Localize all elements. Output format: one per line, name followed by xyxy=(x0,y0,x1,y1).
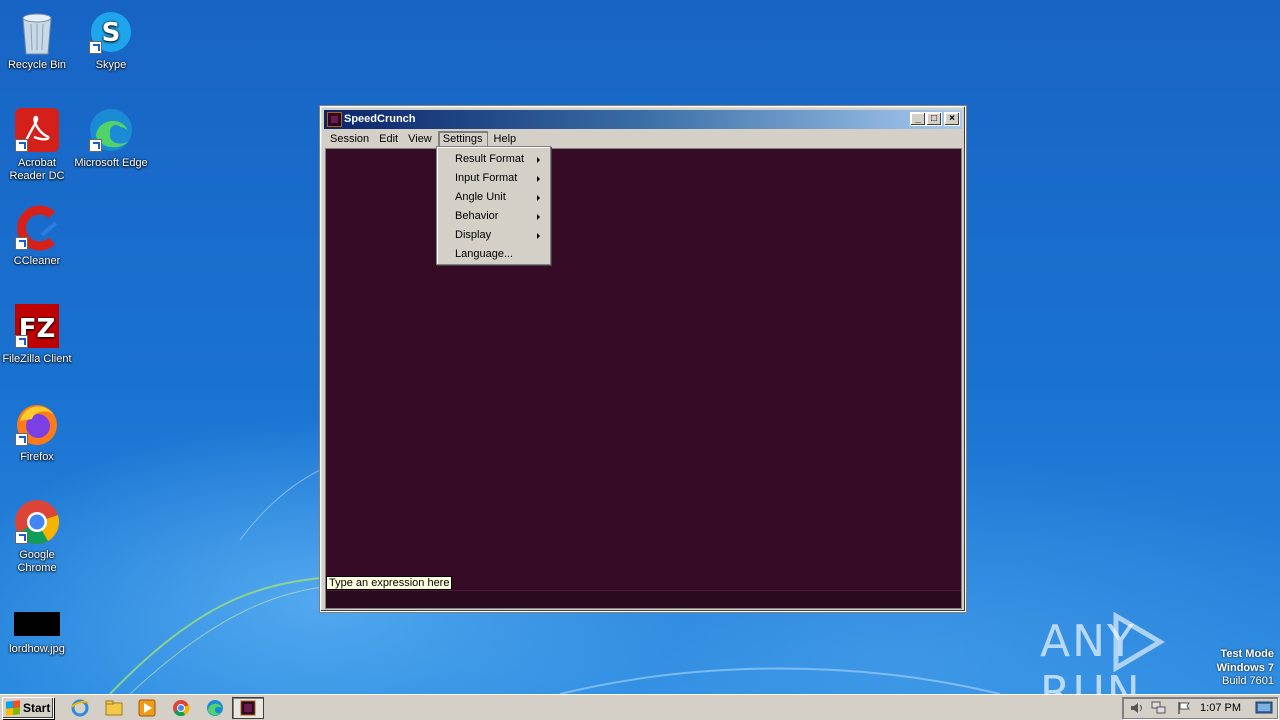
close-icon: × xyxy=(949,113,955,124)
taskbar: Start 1:07 PM xyxy=(0,694,1280,720)
shortcut-arrow-icon xyxy=(89,139,102,152)
svg-text:S: S xyxy=(102,18,121,48)
expression-hint-tooltip: Type an expression here xyxy=(326,576,453,590)
desktop-icon-recycle-bin[interactable]: Recycle Bin xyxy=(0,8,74,72)
result-display[interactable]: Type an expression here xyxy=(325,148,962,609)
desktop-icon-skype[interactable]: S Skype xyxy=(74,8,148,72)
desktop-icon-edge[interactable]: Microsoft Edge xyxy=(74,106,148,170)
menu-item-angle-unit[interactable]: Angle Unit xyxy=(437,188,550,207)
menu-item-label: Display xyxy=(455,229,492,241)
menu-item-display[interactable]: Display xyxy=(437,226,550,245)
filezilla-icon: FZ xyxy=(13,302,61,350)
shortcut-arrow-icon xyxy=(15,139,28,152)
desktop-icon-filezilla[interactable]: FZ FileZilla Client xyxy=(0,302,74,366)
menu-bar: Session Edit View Settings Help xyxy=(324,130,962,148)
clock[interactable]: 1:07 PM xyxy=(1200,702,1241,714)
close-button[interactable]: × xyxy=(944,112,960,126)
show-desktop-icon[interactable] xyxy=(1255,701,1273,715)
speedcrunch-window[interactable]: SpeedCrunch _ □ × Session Edit View Sett… xyxy=(320,106,966,612)
chrome-icon xyxy=(13,498,61,546)
explorer-icon[interactable] xyxy=(104,698,124,718)
shortcut-arrow-icon xyxy=(15,335,28,348)
shortcut-arrow-icon xyxy=(15,531,28,544)
submenu-arrow-icon xyxy=(537,176,540,182)
shortcut-arrow-icon xyxy=(15,237,28,250)
recycle-bin-icon xyxy=(13,8,61,56)
ccleaner-icon xyxy=(13,204,61,252)
system-tray: 1:07 PM xyxy=(1122,697,1278,719)
menu-item-label: Behavior xyxy=(455,210,499,222)
os-test-mode-notice: Test Mode Windows 7 Build 7601 xyxy=(1217,648,1274,689)
submenu-arrow-icon xyxy=(537,214,540,220)
menu-settings[interactable]: Settings xyxy=(437,130,488,148)
speaker-icon[interactable] xyxy=(1129,701,1143,715)
desktop-icon-lordhow[interactable]: lordhow.jpg xyxy=(0,608,74,656)
speedcrunch-app-icon xyxy=(240,700,256,716)
shortcut-arrow-icon xyxy=(89,41,102,54)
expression-input[interactable] xyxy=(326,590,961,608)
desktop-icon-label: Microsoft Edge xyxy=(74,157,148,169)
edge-icon[interactable] xyxy=(205,698,225,718)
firefox-icon xyxy=(13,400,61,448)
taskbar-speedcrunch-button[interactable] xyxy=(232,697,264,719)
start-button[interactable]: Start xyxy=(2,697,54,719)
network-icon[interactable] xyxy=(1151,701,1167,715)
desktop-icon-label: Skype xyxy=(95,59,127,71)
os-name-label: Windows 7 xyxy=(1216,661,1274,674)
maximize-icon: □ xyxy=(930,113,938,124)
menu-item-behavior[interactable]: Behavior xyxy=(437,207,550,226)
desktop-icon-firefox[interactable]: Firefox xyxy=(0,400,74,464)
settings-dropdown-menu: Result Format Input Format Angle Unit Be… xyxy=(436,146,551,265)
menu-item-label: Result Format xyxy=(455,153,525,165)
menu-item-label: Angle Unit xyxy=(455,191,506,203)
chrome-icon[interactable] xyxy=(171,698,191,718)
test-mode-label: Test Mode xyxy=(1220,648,1274,660)
menu-help[interactable]: Help xyxy=(490,131,521,148)
submenu-arrow-icon xyxy=(537,195,540,201)
menu-item-language[interactable]: Language... xyxy=(437,245,550,264)
menu-item-label: Language... xyxy=(455,248,514,260)
edge-icon xyxy=(87,106,135,154)
title-bar[interactable]: SpeedCrunch _ □ × xyxy=(324,110,962,129)
action-center-flag-icon[interactable] xyxy=(1177,701,1191,715)
maximize-button[interactable]: □ xyxy=(926,112,942,126)
desktop-icon-label: lordhow.jpg xyxy=(9,643,65,655)
menu-item-label: Input Format xyxy=(455,172,518,184)
ie-icon[interactable] xyxy=(70,698,90,718)
build-label: Build 7601 xyxy=(1222,675,1274,687)
submenu-arrow-icon xyxy=(537,233,540,239)
desktop-icon-ccleaner[interactable]: CCleaner xyxy=(0,204,74,268)
shortcut-arrow-icon xyxy=(15,433,28,446)
desktop-icon-label: CCleaner xyxy=(13,255,61,267)
media-player-icon[interactable] xyxy=(137,698,157,718)
submenu-arrow-icon xyxy=(537,157,540,163)
acrobat-icon xyxy=(13,106,61,154)
desktop-icon-label: FileZilla Client xyxy=(2,353,72,365)
desktop-icon-label: Recycle Bin xyxy=(7,59,67,71)
menu-item-result-format[interactable]: Result Format xyxy=(437,150,550,169)
desktop-icon-label: Firefox xyxy=(20,451,54,463)
desktop-icon-label: Google Chrome xyxy=(17,549,57,574)
minimize-icon: _ xyxy=(915,113,921,124)
desktop-icon-chrome[interactable]: Google Chrome xyxy=(0,498,74,575)
skype-icon: S xyxy=(87,8,135,56)
image-file-icon xyxy=(13,608,61,640)
menu-edit[interactable]: Edit xyxy=(375,131,402,148)
speedcrunch-app-icon xyxy=(327,112,342,127)
minimize-button[interactable]: _ xyxy=(910,112,926,126)
window-title: SpeedCrunch xyxy=(344,113,416,125)
desktop-icon-acrobat[interactable]: Acrobat Reader DC xyxy=(0,106,74,183)
menu-item-input-format[interactable]: Input Format xyxy=(437,169,550,188)
menu-view[interactable]: View xyxy=(404,131,436,148)
desktop-icon-label: Acrobat Reader DC xyxy=(9,157,65,182)
menu-session[interactable]: Session xyxy=(326,131,373,148)
